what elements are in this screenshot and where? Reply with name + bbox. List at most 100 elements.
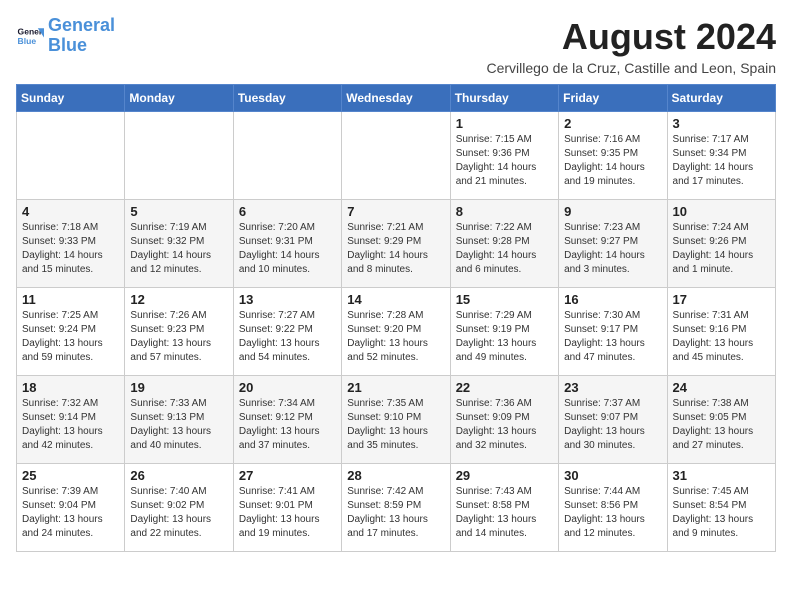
calendar-cell: 31Sunrise: 7:45 AMSunset: 8:54 PMDayligh… <box>667 464 775 552</box>
day-number: 15 <box>456 292 553 307</box>
day-info: Sunrise: 7:36 AMSunset: 9:09 PMDaylight:… <box>456 397 553 453</box>
day-number: 26 <box>130 468 227 483</box>
location-subtitle: Cervillego de la Cruz, Castille and Leon… <box>487 60 777 76</box>
day-info: Sunrise: 7:45 AMSunset: 8:54 PMDaylight:… <box>673 485 770 541</box>
page-header: General Blue General Blue August 2024 Ce… <box>16 16 776 76</box>
weekday-header-friday: Friday <box>559 85 667 112</box>
calendar-cell: 13Sunrise: 7:27 AMSunset: 9:22 PMDayligh… <box>233 288 341 376</box>
calendar-cell <box>233 112 341 200</box>
week-row-5: 25Sunrise: 7:39 AMSunset: 9:04 PMDayligh… <box>17 464 776 552</box>
calendar-table: SundayMondayTuesdayWednesdayThursdayFrid… <box>16 84 776 552</box>
day-info: Sunrise: 7:26 AMSunset: 9:23 PMDaylight:… <box>130 309 227 365</box>
day-info: Sunrise: 7:27 AMSunset: 9:22 PMDaylight:… <box>239 309 336 365</box>
day-info: Sunrise: 7:43 AMSunset: 8:58 PMDaylight:… <box>456 485 553 541</box>
day-number: 11 <box>22 292 119 307</box>
day-info: Sunrise: 7:15 AMSunset: 9:36 PMDaylight:… <box>456 133 553 189</box>
day-info: Sunrise: 7:32 AMSunset: 9:14 PMDaylight:… <box>22 397 119 453</box>
day-number: 27 <box>239 468 336 483</box>
day-number: 10 <box>673 204 770 219</box>
day-info: Sunrise: 7:44 AMSunset: 8:56 PMDaylight:… <box>564 485 661 541</box>
day-info: Sunrise: 7:22 AMSunset: 9:28 PMDaylight:… <box>456 221 553 277</box>
day-number: 8 <box>456 204 553 219</box>
day-number: 21 <box>347 380 444 395</box>
svg-text:Blue: Blue <box>18 36 37 46</box>
weekday-header-monday: Monday <box>125 85 233 112</box>
week-row-1: 1Sunrise: 7:15 AMSunset: 9:36 PMDaylight… <box>17 112 776 200</box>
calendar-cell: 9Sunrise: 7:23 AMSunset: 9:27 PMDaylight… <box>559 200 667 288</box>
calendar-cell <box>342 112 450 200</box>
calendar-cell: 11 Sunrise: 7:25 AMSunset: 9:24 PMDayligh… <box>17 288 125 376</box>
day-number: 29 <box>456 468 553 483</box>
calendar-cell: 27Sunrise: 7:41 AMSunset: 9:01 PMDayligh… <box>233 464 341 552</box>
day-info: Sunrise: 7:29 AMSunset: 9:19 PMDaylight:… <box>456 309 553 365</box>
day-number: 19 <box>130 380 227 395</box>
calendar-cell <box>125 112 233 200</box>
day-info: Sunrise: 7:34 AMSunset: 9:12 PMDaylight:… <box>239 397 336 453</box>
calendar-cell: 7Sunrise: 7:21 AMSunset: 9:29 PMDaylight… <box>342 200 450 288</box>
day-info: Sunrise: 7:35 AMSunset: 9:10 PMDaylight:… <box>347 397 444 453</box>
day-info: Sunrise: 7:30 AMSunset: 9:17 PMDaylight:… <box>564 309 661 365</box>
day-info: Sunrise: 7:24 AMSunset: 9:26 PMDaylight:… <box>673 221 770 277</box>
day-number: 22 <box>456 380 553 395</box>
day-number: 6 <box>239 204 336 219</box>
day-number: 12 <box>130 292 227 307</box>
day-info: Sunrise: 7:33 AMSunset: 9:13 PMDaylight:… <box>130 397 227 453</box>
calendar-cell: 5 Sunrise: 7:19 AMSunset: 9:32 PMDaylight… <box>125 200 233 288</box>
day-info: Sunrise: 7:18 AMSunset: 9:33 PMDaylight:… <box>22 221 119 277</box>
calendar-cell: 10 Sunrise: 7:24 AMSunset: 9:26 PMDayligh… <box>667 200 775 288</box>
calendar-cell: 24 Sunrise: 7:38 AMSunset: 9:05 PMDayligh… <box>667 376 775 464</box>
calendar-cell: 21 Sunrise: 7:35 AMSunset: 9:10 PMDayligh… <box>342 376 450 464</box>
day-info: Sunrise: 7:31 AMSunset: 9:16 PMDaylight:… <box>673 309 770 365</box>
day-number: 14 <box>347 292 444 307</box>
calendar-cell: 4Sunrise: 7:18 AMSunset: 9:33 PMDaylight… <box>17 200 125 288</box>
day-number: 17 <box>673 292 770 307</box>
calendar-cell: 19 Sunrise: 7:33 AMSunset: 9:13 PMDayligh… <box>125 376 233 464</box>
calendar-cell: 30 Sunrise: 7:44 AMSunset: 8:56 PMDayligh… <box>559 464 667 552</box>
calendar-cell: 26 Sunrise: 7:40 AMSunset: 9:02 PMDayligh… <box>125 464 233 552</box>
day-info: Sunrise: 7:20 AMSunset: 9:31 PMDaylight:… <box>239 221 336 277</box>
calendar-cell: 16Sunrise: 7:30 AMSunset: 9:17 PMDayligh… <box>559 288 667 376</box>
day-number: 9 <box>564 204 661 219</box>
day-info: Sunrise: 7:19 AMSunset: 9:32 PMDaylight:… <box>130 221 227 277</box>
month-year-title: August 2024 <box>487 16 777 58</box>
day-info: Sunrise: 7:17 AMSunset: 9:34 PMDaylight:… <box>673 133 770 189</box>
calendar-cell <box>17 112 125 200</box>
calendar-cell: 6 Sunrise: 7:20 AMSunset: 9:31 PMDaylight… <box>233 200 341 288</box>
calendar-cell: 22 Sunrise: 7:36 AMSunset: 9:09 PMDayligh… <box>450 376 558 464</box>
calendar-cell: 1Sunrise: 7:15 AMSunset: 9:36 PMDaylight… <box>450 112 558 200</box>
day-info: Sunrise: 7:40 AMSunset: 9:02 PMDaylight:… <box>130 485 227 541</box>
calendar-cell: 17 Sunrise: 7:31 AMSunset: 9:16 PMDayligh… <box>667 288 775 376</box>
day-info: Sunrise: 7:39 AMSunset: 9:04 PMDaylight:… <box>22 485 119 541</box>
day-info: Sunrise: 7:25 AMSunset: 9:24 PMDaylight:… <box>22 309 119 365</box>
calendar-cell: 12 Sunrise: 7:26 AMSunset: 9:23 PMDayligh… <box>125 288 233 376</box>
logo-line2: Blue <box>48 35 87 55</box>
calendar-cell: 20 Sunrise: 7:34 AMSunset: 9:12 PMDayligh… <box>233 376 341 464</box>
day-number: 7 <box>347 204 444 219</box>
day-number: 30 <box>564 468 661 483</box>
calendar-cell: 14Sunrise: 7:28 AMSunset: 9:20 PMDayligh… <box>342 288 450 376</box>
day-number: 5 <box>130 204 227 219</box>
week-row-3: 11 Sunrise: 7:25 AMSunset: 9:24 PMDayligh… <box>17 288 776 376</box>
calendar-cell: 2 Sunrise: 7:16 AMSunset: 9:35 PMDaylight… <box>559 112 667 200</box>
calendar-cell: 28Sunrise: 7:42 AMSunset: 8:59 PMDayligh… <box>342 464 450 552</box>
day-info: Sunrise: 7:42 AMSunset: 8:59 PMDaylight:… <box>347 485 444 541</box>
day-number: 23 <box>564 380 661 395</box>
logo-text: General Blue <box>48 16 115 56</box>
weekday-header-wednesday: Wednesday <box>342 85 450 112</box>
logo-line1: General <box>48 15 115 35</box>
day-info: Sunrise: 7:38 AMSunset: 9:05 PMDaylight:… <box>673 397 770 453</box>
title-area: August 2024 Cervillego de la Cruz, Casti… <box>487 16 777 76</box>
calendar-cell: 15 Sunrise: 7:29 AMSunset: 9:19 PMDayligh… <box>450 288 558 376</box>
calendar-cell: 18Sunrise: 7:32 AMSunset: 9:14 PMDayligh… <box>17 376 125 464</box>
calendar-cell: 8 Sunrise: 7:22 AMSunset: 9:28 PMDaylight… <box>450 200 558 288</box>
day-info: Sunrise: 7:37 AMSunset: 9:07 PMDaylight:… <box>564 397 661 453</box>
day-number: 20 <box>239 380 336 395</box>
weekday-header-saturday: Saturday <box>667 85 775 112</box>
calendar-cell: 23 Sunrise: 7:37 AMSunset: 9:07 PMDayligh… <box>559 376 667 464</box>
week-row-4: 18Sunrise: 7:32 AMSunset: 9:14 PMDayligh… <box>17 376 776 464</box>
day-number: 2 <box>564 116 661 131</box>
day-number: 3 <box>673 116 770 131</box>
day-number: 24 <box>673 380 770 395</box>
weekday-header-sunday: Sunday <box>17 85 125 112</box>
day-info: Sunrise: 7:16 AMSunset: 9:35 PMDaylight:… <box>564 133 661 189</box>
